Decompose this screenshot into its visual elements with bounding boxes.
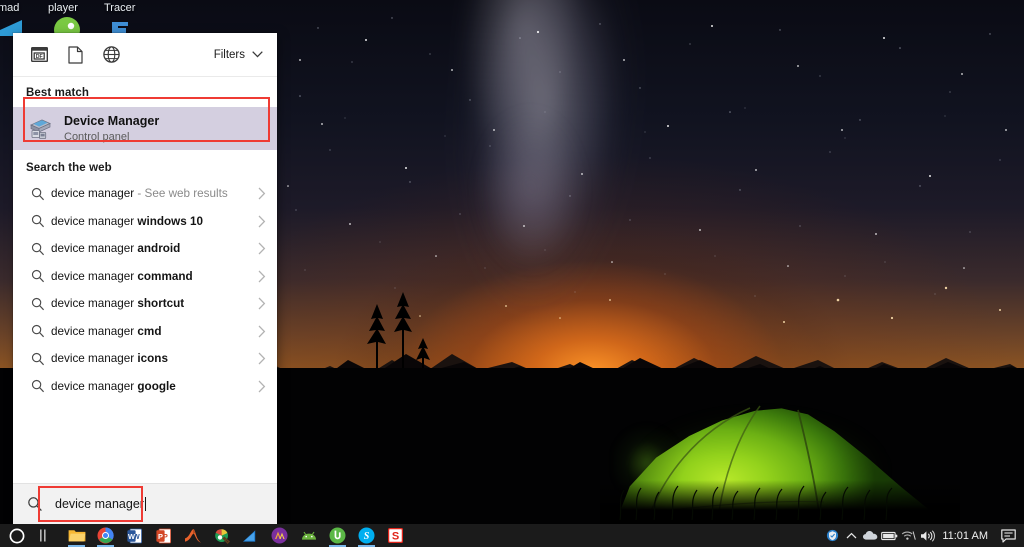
desktop: mad player Tracer DF Filters Best match … bbox=[0, 0, 1024, 547]
search-input-value: device manager bbox=[55, 497, 144, 511]
chrome-icon[interactable] bbox=[91, 524, 120, 547]
search-icon bbox=[31, 269, 51, 283]
system-tray: 11:01 AM bbox=[823, 524, 1024, 547]
web-suggestion-row[interactable]: device manager - See web results bbox=[13, 180, 277, 208]
volume-icon[interactable] bbox=[918, 524, 937, 547]
search-icon bbox=[27, 496, 43, 512]
best-match-text: Device Manager Control panel bbox=[64, 114, 159, 144]
web-icon[interactable] bbox=[93, 38, 129, 72]
search-icon bbox=[31, 242, 51, 256]
best-match-subtitle: Control panel bbox=[64, 130, 130, 143]
start-button[interactable] bbox=[0, 524, 34, 547]
clock[interactable]: 11:01 AM bbox=[937, 524, 995, 547]
chevron-down-icon bbox=[252, 51, 263, 58]
windows-search-panel: DF Filters Best match Device Manager Con… bbox=[13, 33, 277, 524]
web-suggestions-list: device manager - See web results device m… bbox=[13, 180, 277, 400]
web-suggestion-row[interactable]: device manager command bbox=[13, 263, 277, 291]
security-icon[interactable] bbox=[823, 524, 842, 547]
search-icon bbox=[31, 187, 51, 201]
web-suggestion-row[interactable]: device manager icons bbox=[13, 345, 277, 373]
filters-label: Filters bbox=[213, 48, 245, 61]
skype-icon[interactable]: S bbox=[352, 524, 381, 547]
search-icon bbox=[31, 324, 51, 338]
wireshark-icon[interactable] bbox=[236, 524, 265, 547]
chevron-right-icon[interactable] bbox=[254, 325, 266, 338]
device-manager-icon bbox=[27, 116, 53, 142]
chevron-right-icon[interactable] bbox=[254, 187, 266, 200]
svg-text:S: S bbox=[392, 531, 399, 543]
file-explorer-icon[interactable] bbox=[62, 524, 91, 547]
chevron-right-icon[interactable] bbox=[254, 297, 266, 310]
powerpoint-icon[interactable]: PP bbox=[149, 524, 178, 547]
web-suggestion-label: device manager android bbox=[51, 242, 181, 256]
documents-icon[interactable] bbox=[57, 38, 93, 72]
web-suggestion-row[interactable]: device manager android bbox=[13, 235, 277, 263]
web-suggestion-label: device manager command bbox=[51, 269, 193, 283]
utorrent-icon[interactable] bbox=[323, 524, 352, 547]
web-suggestion-label: device manager icons bbox=[51, 352, 168, 366]
svg-text:DF: DF bbox=[35, 54, 42, 60]
desktop-icon-label-0: mad bbox=[0, 2, 20, 14]
search-icon bbox=[31, 352, 51, 366]
chevron-right-icon[interactable] bbox=[254, 242, 266, 255]
search-icon bbox=[31, 379, 51, 393]
anaconda-icon[interactable] bbox=[265, 524, 294, 547]
taskbar: WWPP S S 11:01 AM bbox=[0, 524, 1024, 547]
search-the-web-section-title: Search the web bbox=[26, 162, 112, 174]
show-hidden-icons-icon[interactable] bbox=[842, 524, 861, 547]
matlab-icon[interactable] bbox=[178, 524, 207, 547]
best-match-title: Device Manager bbox=[64, 113, 160, 128]
search-results-area: Best match Device Manager Control panel … bbox=[13, 77, 277, 483]
clock-time: 11:01 AM bbox=[942, 529, 988, 542]
best-match-section-title: Best match bbox=[26, 87, 89, 99]
search-input-bar[interactable]: device manager bbox=[13, 483, 277, 524]
grass-blades bbox=[619, 485, 893, 520]
network-icon[interactable] bbox=[899, 524, 918, 547]
svg-text:W: W bbox=[128, 532, 135, 541]
search-icon bbox=[31, 297, 51, 311]
best-match-result-device-manager[interactable]: Device Manager Control panel bbox=[13, 107, 277, 150]
desktop-icon-label-1: player bbox=[48, 2, 78, 14]
task-view-button[interactable] bbox=[34, 524, 54, 547]
chevron-right-icon[interactable] bbox=[254, 380, 266, 393]
web-suggestion-row[interactable]: device manager cmd bbox=[13, 318, 277, 346]
snagit-icon[interactable]: S bbox=[381, 524, 410, 547]
web-suggestion-row[interactable]: device manager windows 10 bbox=[13, 208, 277, 236]
apps-icon[interactable]: DF bbox=[21, 38, 57, 72]
taskbar-app-list: WWPP S S bbox=[62, 524, 410, 547]
search-filter-toolbar: DF Filters bbox=[13, 33, 277, 77]
search-icon bbox=[31, 214, 51, 228]
web-suggestion-label: device manager windows 10 bbox=[51, 214, 204, 228]
text-caret bbox=[144, 497, 146, 511]
android-studio-icon[interactable] bbox=[294, 524, 323, 547]
web-suggestion-row[interactable]: device manager shortcut bbox=[13, 290, 277, 318]
filters-button[interactable]: Filters bbox=[214, 49, 265, 61]
svg-text:S: S bbox=[364, 531, 370, 542]
chevron-right-icon[interactable] bbox=[254, 215, 266, 228]
onedrive-icon[interactable] bbox=[861, 524, 880, 547]
web-suggestion-row[interactable]: device manager google bbox=[13, 373, 277, 401]
svg-text:P: P bbox=[158, 532, 163, 541]
paint-icon[interactable] bbox=[207, 524, 236, 547]
chevron-right-icon[interactable] bbox=[254, 270, 266, 283]
word-icon[interactable]: WW bbox=[120, 524, 149, 547]
action-center-icon[interactable] bbox=[995, 524, 1021, 547]
web-suggestion-label: device manager google bbox=[51, 379, 176, 393]
desktop-icon-label-2: Tracer bbox=[104, 2, 136, 14]
web-suggestion-label: device manager cmd bbox=[51, 324, 162, 338]
web-suggestion-label: device manager shortcut bbox=[51, 297, 185, 311]
web-suggestion-label: device manager - See web results bbox=[51, 187, 228, 201]
battery-icon[interactable] bbox=[880, 524, 899, 547]
chevron-right-icon[interactable] bbox=[254, 352, 266, 365]
search-input[interactable]: device manager bbox=[55, 497, 146, 511]
